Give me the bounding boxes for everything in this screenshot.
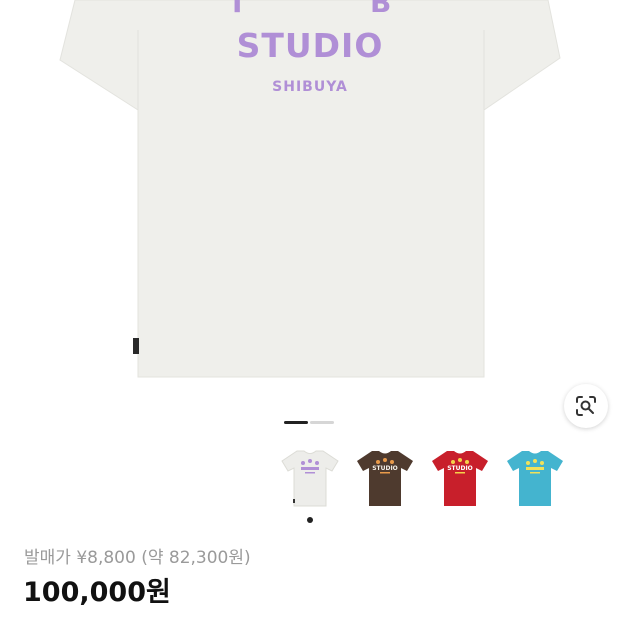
tshirt-thumb-icon: STUDIO <box>357 451 413 506</box>
variant-thumb-red[interactable]: STUDIO <box>431 449 489 507</box>
tshirt-thumb-icon: STUDIO <box>432 451 488 506</box>
product-image[interactable]: I B STUDIO SHIBUYA <box>0 0 620 385</box>
pager-indicator-2 <box>310 421 334 424</box>
image-search-button[interactable] <box>564 384 608 428</box>
svg-text:STUDIO: STUDIO <box>372 465 398 472</box>
tshirt-thumb-icon <box>281 450 339 507</box>
pager-indicator-1 <box>284 421 308 424</box>
variant-thumb-blue[interactable] <box>506 449 564 507</box>
tshirt-thumb-icon <box>507 451 563 506</box>
selected-variant-indicator <box>307 517 313 523</box>
side-tag <box>133 338 139 354</box>
retail-price-label: 발매가 ¥8,800 (약 82,300원) <box>24 548 251 568</box>
image-search-icon <box>576 396 596 416</box>
print-main-text: STUDIO <box>236 26 384 65</box>
print-sub-text: SHIBUYA <box>272 79 348 95</box>
image-pager <box>284 421 334 424</box>
variant-thumb-white[interactable] <box>281 449 339 507</box>
svg-text:STUDIO: STUDIO <box>447 465 473 472</box>
variant-thumb-brown[interactable]: STUDIO <box>356 449 414 507</box>
sale-price: 100,000원 <box>23 577 171 608</box>
color-variant-list: STUDIO STUDIO <box>281 449 564 507</box>
